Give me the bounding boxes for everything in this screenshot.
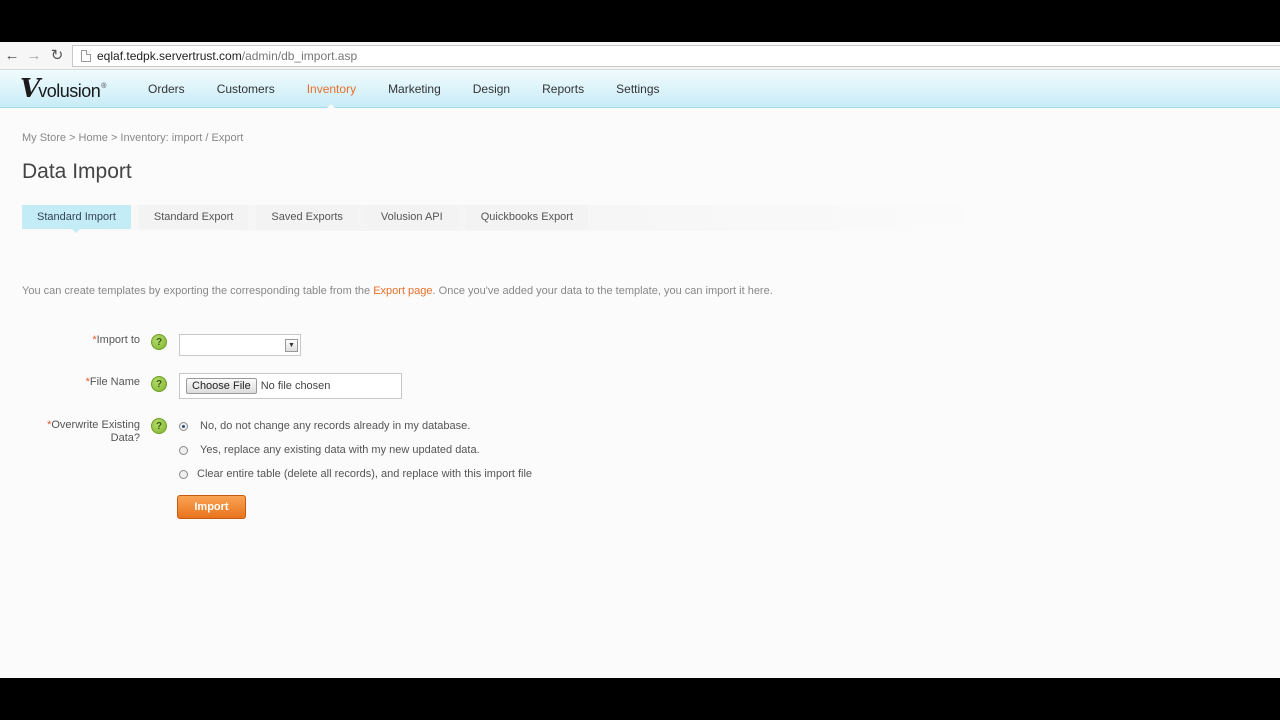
nav-inventory[interactable]: Inventory	[291, 70, 372, 109]
logo-registered: ®	[101, 83, 107, 90]
overwrite-label-line1: Overwrite Existing	[51, 419, 140, 431]
help-icon[interactable]: ?	[151, 418, 167, 434]
logo-mark: V	[20, 74, 40, 104]
nav-marketing[interactable]: Marketing	[372, 70, 457, 108]
browser-window: ← → ↻ eqlaf.tedpk.servertrust.com/admin/…	[0, 42, 1280, 678]
file-input[interactable]: Choose File No file chosen	[179, 373, 402, 399]
tab-standard-import[interactable]: Standard Import	[22, 205, 131, 233]
forward-arrow-icon[interactable]: →	[25, 46, 43, 64]
letterbox-top	[0, 0, 1280, 42]
volusion-logo[interactable]: V volusion ®	[20, 74, 107, 104]
overwrite-label-line2: Data?	[110, 432, 140, 444]
overwrite-option-yes[interactable]: Yes, replace any existing data with my n…	[179, 444, 480, 456]
tab-saved-exports[interactable]: Saved Exports	[256, 205, 358, 229]
file-status: No file chosen	[260, 380, 331, 392]
page-title: Data Import	[22, 160, 132, 183]
tab-standard-export[interactable]: Standard Export	[138, 205, 249, 229]
import-to-select[interactable]: ▼	[179, 334, 301, 356]
main-nav: Orders Customers Inventory Marketing Des…	[132, 70, 676, 109]
intro-text-after: . Once you've added your data to the tem…	[432, 285, 773, 297]
tab-quickbooks-export[interactable]: Quickbooks Export	[465, 205, 589, 229]
help-icon[interactable]: ?	[151, 376, 167, 392]
reload-icon[interactable]: ↻	[48, 46, 66, 64]
app-header: V volusion ® Orders Customers Inventory …	[0, 70, 1280, 109]
radio-no-change[interactable]	[179, 421, 188, 431]
option-label: No, do not change any records already in…	[200, 420, 471, 432]
nav-design[interactable]: Design	[457, 70, 526, 108]
nav-reports[interactable]: Reports	[526, 70, 600, 108]
overwrite-option-clear[interactable]: Clear entire table (delete all records),…	[179, 468, 532, 480]
address-bar[interactable]: eqlaf.tedpk.servertrust.com/admin/db_imp…	[72, 45, 1280, 67]
url-host: eqlaf.tedpk.servertrust.com	[97, 49, 242, 63]
option-label: Clear entire table (delete all records),…	[197, 468, 533, 480]
breadcrumb[interactable]: My Store > Home > Inventory: import / Ex…	[22, 132, 243, 144]
back-arrow-icon[interactable]: ←	[3, 46, 21, 64]
overwrite-option-no[interactable]: No, do not change any records already in…	[179, 420, 470, 432]
overwrite-label: *Overwrite Existing Data?	[20, 419, 140, 445]
page-icon	[81, 50, 91, 62]
choose-file-button[interactable]: Choose File	[186, 378, 257, 394]
import-to-label: *Import to	[20, 334, 140, 347]
import-to-label-text: Import to	[96, 334, 140, 346]
help-icon[interactable]: ?	[151, 334, 167, 350]
intro-text-before: You can create templates by exporting th…	[22, 285, 374, 297]
import-button[interactable]: Import	[177, 495, 246, 519]
radio-clear-table[interactable]	[179, 469, 188, 479]
url-path: /admin/db_import.asp	[241, 49, 358, 63]
letterbox-bottom	[0, 678, 1280, 720]
logo-text: volusion	[38, 81, 101, 101]
export-page-link[interactable]: Export page	[373, 285, 432, 297]
nav-customers[interactable]: Customers	[201, 70, 291, 108]
option-label: Yes, replace any existing data with my n…	[200, 444, 480, 456]
file-name-label: *File Name	[20, 376, 140, 389]
intro-text: You can create templates by exporting th…	[22, 285, 773, 297]
url-text: eqlaf.tedpk.servertrust.com/admin/db_imp…	[97, 49, 357, 63]
file-name-label-text: File Name	[89, 376, 140, 388]
nav-settings[interactable]: Settings	[600, 70, 675, 108]
browser-toolbar: ← → ↻ eqlaf.tedpk.servertrust.com/admin/…	[0, 42, 1280, 70]
radio-replace-existing[interactable]	[179, 445, 188, 455]
tab-bar: Standard Import Standard Export Saved Ex…	[22, 205, 962, 233]
nav-orders[interactable]: Orders	[132, 70, 201, 108]
tab-volusion-api[interactable]: Volusion API	[365, 205, 458, 229]
chevron-down-icon[interactable]: ▼	[285, 339, 298, 352]
